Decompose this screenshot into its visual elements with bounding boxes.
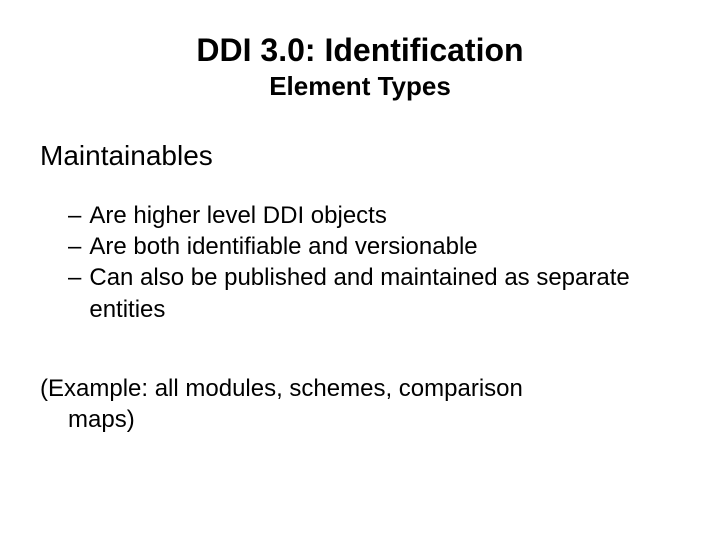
section-heading: Maintainables [40,140,680,172]
list-item: – Can also be published and maintained a… [68,262,680,324]
bullet-dash: – [68,231,81,262]
list-item: – Are both identifiable and versionable [68,231,680,262]
example-text: (Example: all modules, schemes, comparis… [40,373,680,435]
slide-subtitle: Element Types [40,71,680,102]
slide-container: DDI 3.0: Identification Element Types Ma… [0,0,720,540]
bullet-text: Are both identifiable and versionable [89,231,680,262]
bullet-text: Are higher level DDI objects [89,200,680,231]
bullet-list: – Are higher level DDI objects – Are bot… [68,200,680,325]
bullet-dash: – [68,200,81,231]
list-item: – Are higher level DDI objects [68,200,680,231]
example-line-1: (Example: all modules, schemes, comparis… [40,373,680,404]
bullet-text: Can also be published and maintained as … [89,262,680,324]
bullet-dash: – [68,262,81,293]
example-line-2: maps) [68,404,680,435]
slide-title: DDI 3.0: Identification [120,32,600,69]
